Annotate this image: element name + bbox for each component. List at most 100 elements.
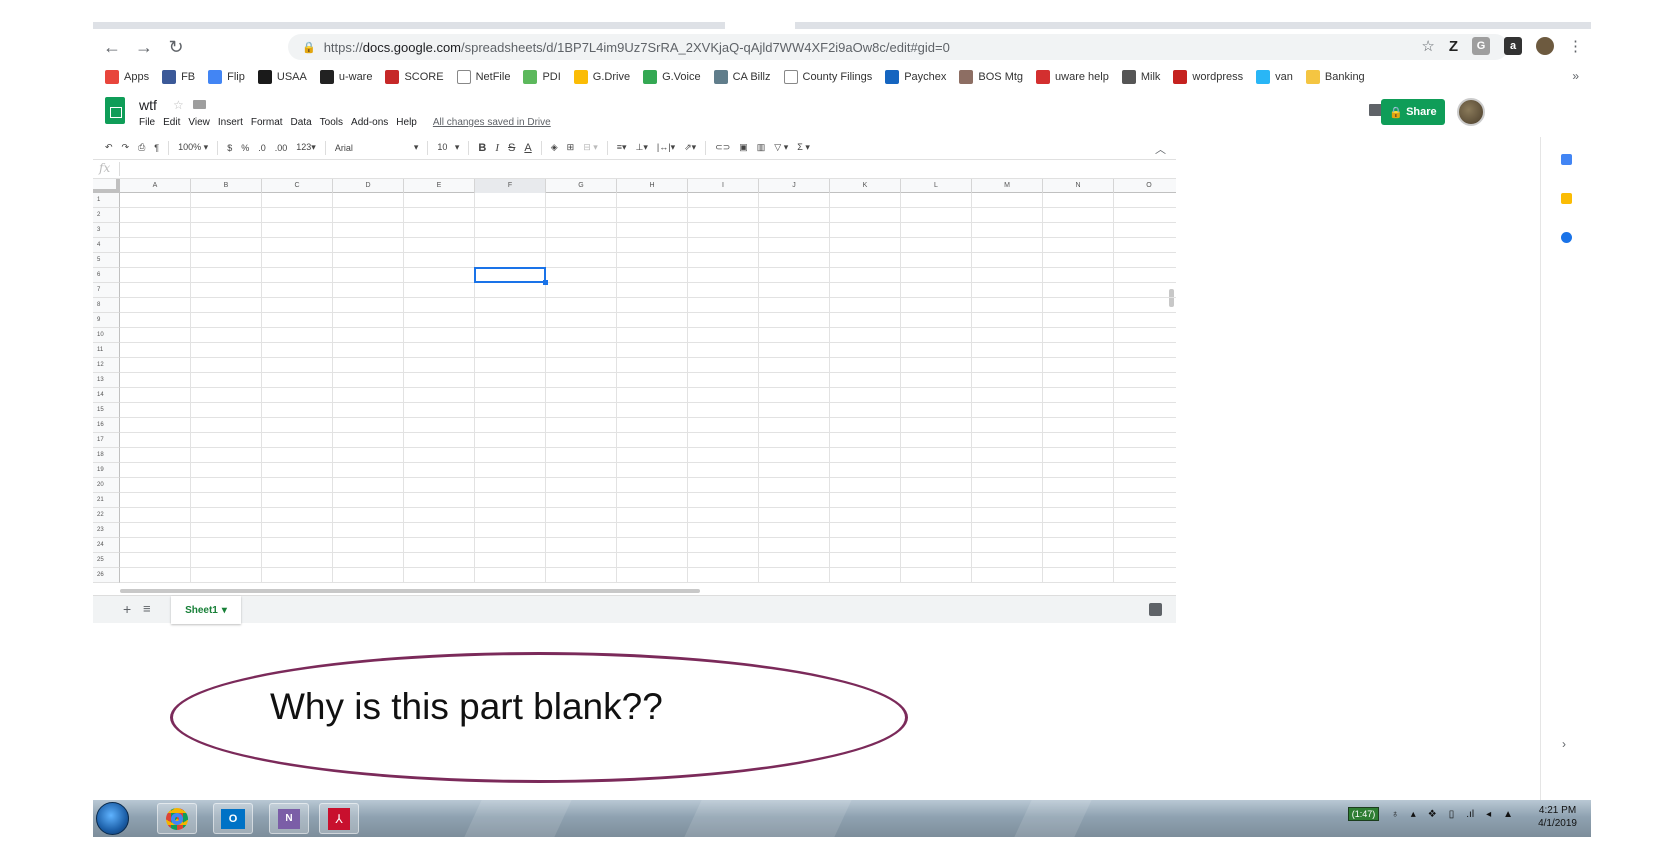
acrobat-taskbar-icon[interactable]: ⅄ — [319, 803, 359, 834]
show-hidden-icons-icon[interactable]: ▴ — [1411, 809, 1416, 820]
filter-icon[interactable]: ▽ ▾ — [774, 142, 788, 153]
tasks-icon[interactable] — [1561, 232, 1572, 243]
bookmark-item[interactable]: G.Voice — [643, 70, 701, 84]
column-header[interactable]: N — [1043, 179, 1114, 193]
column-header[interactable]: O — [1114, 179, 1176, 193]
row-header[interactable]: 18 — [93, 448, 120, 463]
bookmark-item[interactable]: CA Billz — [713, 70, 771, 84]
browser-avatar-icon[interactable] — [1536, 37, 1554, 55]
row-header[interactable]: 4 — [93, 238, 120, 253]
document-title[interactable]: wtf — [139, 97, 157, 113]
column-header[interactable]: M — [972, 179, 1043, 193]
bookmarks-more-icon[interactable]: » — [1572, 69, 1579, 83]
more-formats-button[interactable]: 123▾ — [296, 142, 316, 153]
row-header[interactable]: 13 — [93, 373, 120, 388]
font-size-select[interactable]: 10 ▾ — [437, 142, 459, 153]
italic-button[interactable]: I — [495, 142, 499, 154]
zoom-select[interactable]: 100% ▾ — [178, 142, 208, 153]
add-sheet-button[interactable]: + — [123, 601, 131, 617]
forward-icon[interactable]: → — [131, 37, 157, 58]
chrome-taskbar-icon[interactable] — [157, 803, 197, 834]
undo-icon[interactable]: ↶ — [105, 142, 113, 153]
bookmark-item[interactable]: Flip — [208, 70, 245, 84]
horizontal-scrollbar[interactable] — [120, 589, 700, 593]
bookmark-item[interactable]: Milk — [1121, 70, 1160, 84]
column-header[interactable]: G — [546, 179, 617, 193]
bookmark-item[interactable]: BOS Mtg — [959, 70, 1023, 84]
text-wrap-icon[interactable]: |↔|▾ — [657, 142, 675, 153]
print-icon[interactable]: ⎙ — [138, 142, 145, 153]
column-header[interactable]: L — [901, 179, 972, 193]
menu-item[interactable]: Tools — [320, 117, 343, 128]
bookmark-item[interactable]: wordpress — [1173, 70, 1243, 84]
tab-sheet1[interactable]: Sheet1 ▾ — [171, 596, 241, 624]
all-sheets-button[interactable]: ≡ — [143, 601, 151, 616]
back-icon[interactable]: ← — [99, 37, 125, 58]
bookmark-item[interactable]: uware help — [1036, 70, 1109, 84]
menu-item[interactable]: Add-ons — [351, 117, 388, 128]
column-header[interactable]: F — [475, 179, 546, 193]
paint-format-icon[interactable]: ¶ — [154, 143, 159, 153]
chevron-down-icon[interactable]: ▾ — [222, 605, 227, 616]
row-header[interactable]: 6 — [93, 268, 120, 283]
profile-letter[interactable]: Z — [1449, 38, 1458, 55]
menu-item[interactable]: File — [139, 117, 155, 128]
column-header[interactable]: D — [333, 179, 404, 193]
text-rotation-icon[interactable]: ⇗▾ — [684, 142, 696, 153]
save-status-link[interactable]: All changes saved in Drive — [433, 117, 551, 128]
insert-link-icon[interactable]: ⊂⊃ — [715, 142, 730, 153]
snipping-tool-taskbar-icon[interactable]: N — [269, 803, 309, 834]
signal-icon[interactable]: .ıl — [1466, 809, 1474, 820]
chevron-right-icon[interactable]: › — [1562, 737, 1566, 751]
row-header[interactable]: 21 — [93, 493, 120, 508]
bookmark-item[interactable]: u-ware — [319, 70, 372, 84]
row-header[interactable]: 25 — [93, 553, 120, 568]
redo-icon[interactable]: ↷ — [122, 142, 130, 153]
outlook-taskbar-icon[interactable]: O — [213, 803, 253, 834]
menu-item[interactable]: Help — [396, 117, 417, 128]
bookmark-item[interactable]: NetFile — [456, 70, 510, 84]
bookmark-item[interactable]: USAA — [257, 70, 307, 84]
row-header[interactable]: 5 — [93, 253, 120, 268]
menu-item[interactable]: Edit — [163, 117, 180, 128]
increase-decimal-button[interactable]: .00 — [275, 143, 288, 153]
vertical-scrollbar[interactable] — [1169, 289, 1174, 307]
url-input[interactable]: 🔒 https://docs.google.com/spreadsheets/d… — [288, 34, 1508, 60]
extension-icon-g[interactable]: G — [1472, 37, 1490, 55]
reload-icon[interactable]: ↻ — [163, 37, 189, 58]
row-header[interactable]: 16 — [93, 418, 120, 433]
insert-comment-icon[interactable]: ▣ — [739, 142, 748, 153]
bookmark-star-icon[interactable]: ☆ — [1421, 37, 1434, 55]
column-header[interactable]: C — [262, 179, 333, 193]
battery-indicator[interactable]: (1:47) — [1347, 807, 1380, 821]
select-all-corner[interactable] — [93, 179, 120, 193]
percent-format-button[interactable]: % — [241, 143, 249, 153]
font-select-chevron-icon[interactable]: ▾ — [414, 142, 419, 153]
row-header[interactable]: 23 — [93, 523, 120, 538]
taskbar-clock[interactable]: 4:21 PM 4/1/2019 — [1538, 804, 1577, 830]
row-header[interactable]: 22 — [93, 508, 120, 523]
font-select[interactable]: Arial — [335, 143, 405, 153]
kebab-menu-icon[interactable]: ⋮ — [1568, 37, 1583, 55]
usb-icon[interactable]: ▯ — [1449, 809, 1455, 820]
row-header[interactable]: 15 — [93, 403, 120, 418]
explore-icon[interactable] — [1149, 603, 1162, 616]
menu-item[interactable]: View — [188, 117, 210, 128]
column-header[interactable]: J — [759, 179, 830, 193]
bookmark-item[interactable]: van — [1256, 70, 1293, 84]
merge-cells-icon[interactable]: ⊟ ▾ — [583, 142, 598, 153]
dropbox-icon[interactable]: ❖ — [1428, 809, 1437, 820]
star-icon[interactable]: ☆ — [173, 98, 184, 112]
horizontal-align-icon[interactable]: ≡▾ — [617, 142, 627, 153]
volume-icon[interactable]: ◂ — [1486, 809, 1491, 820]
calendar-icon[interactable] — [1561, 154, 1572, 165]
row-header[interactable]: 7 — [93, 283, 120, 298]
row-header[interactable]: 2 — [93, 208, 120, 223]
column-header[interactable]: I — [688, 179, 759, 193]
row-header[interactable]: 1 — [93, 193, 120, 208]
extension-icon-badge[interactable]: a — [1504, 37, 1522, 55]
row-header[interactable]: 17 — [93, 433, 120, 448]
bookmark-item[interactable]: SCORE — [385, 70, 444, 84]
column-header[interactable]: E — [404, 179, 475, 193]
row-header[interactable]: 10 — [93, 328, 120, 343]
